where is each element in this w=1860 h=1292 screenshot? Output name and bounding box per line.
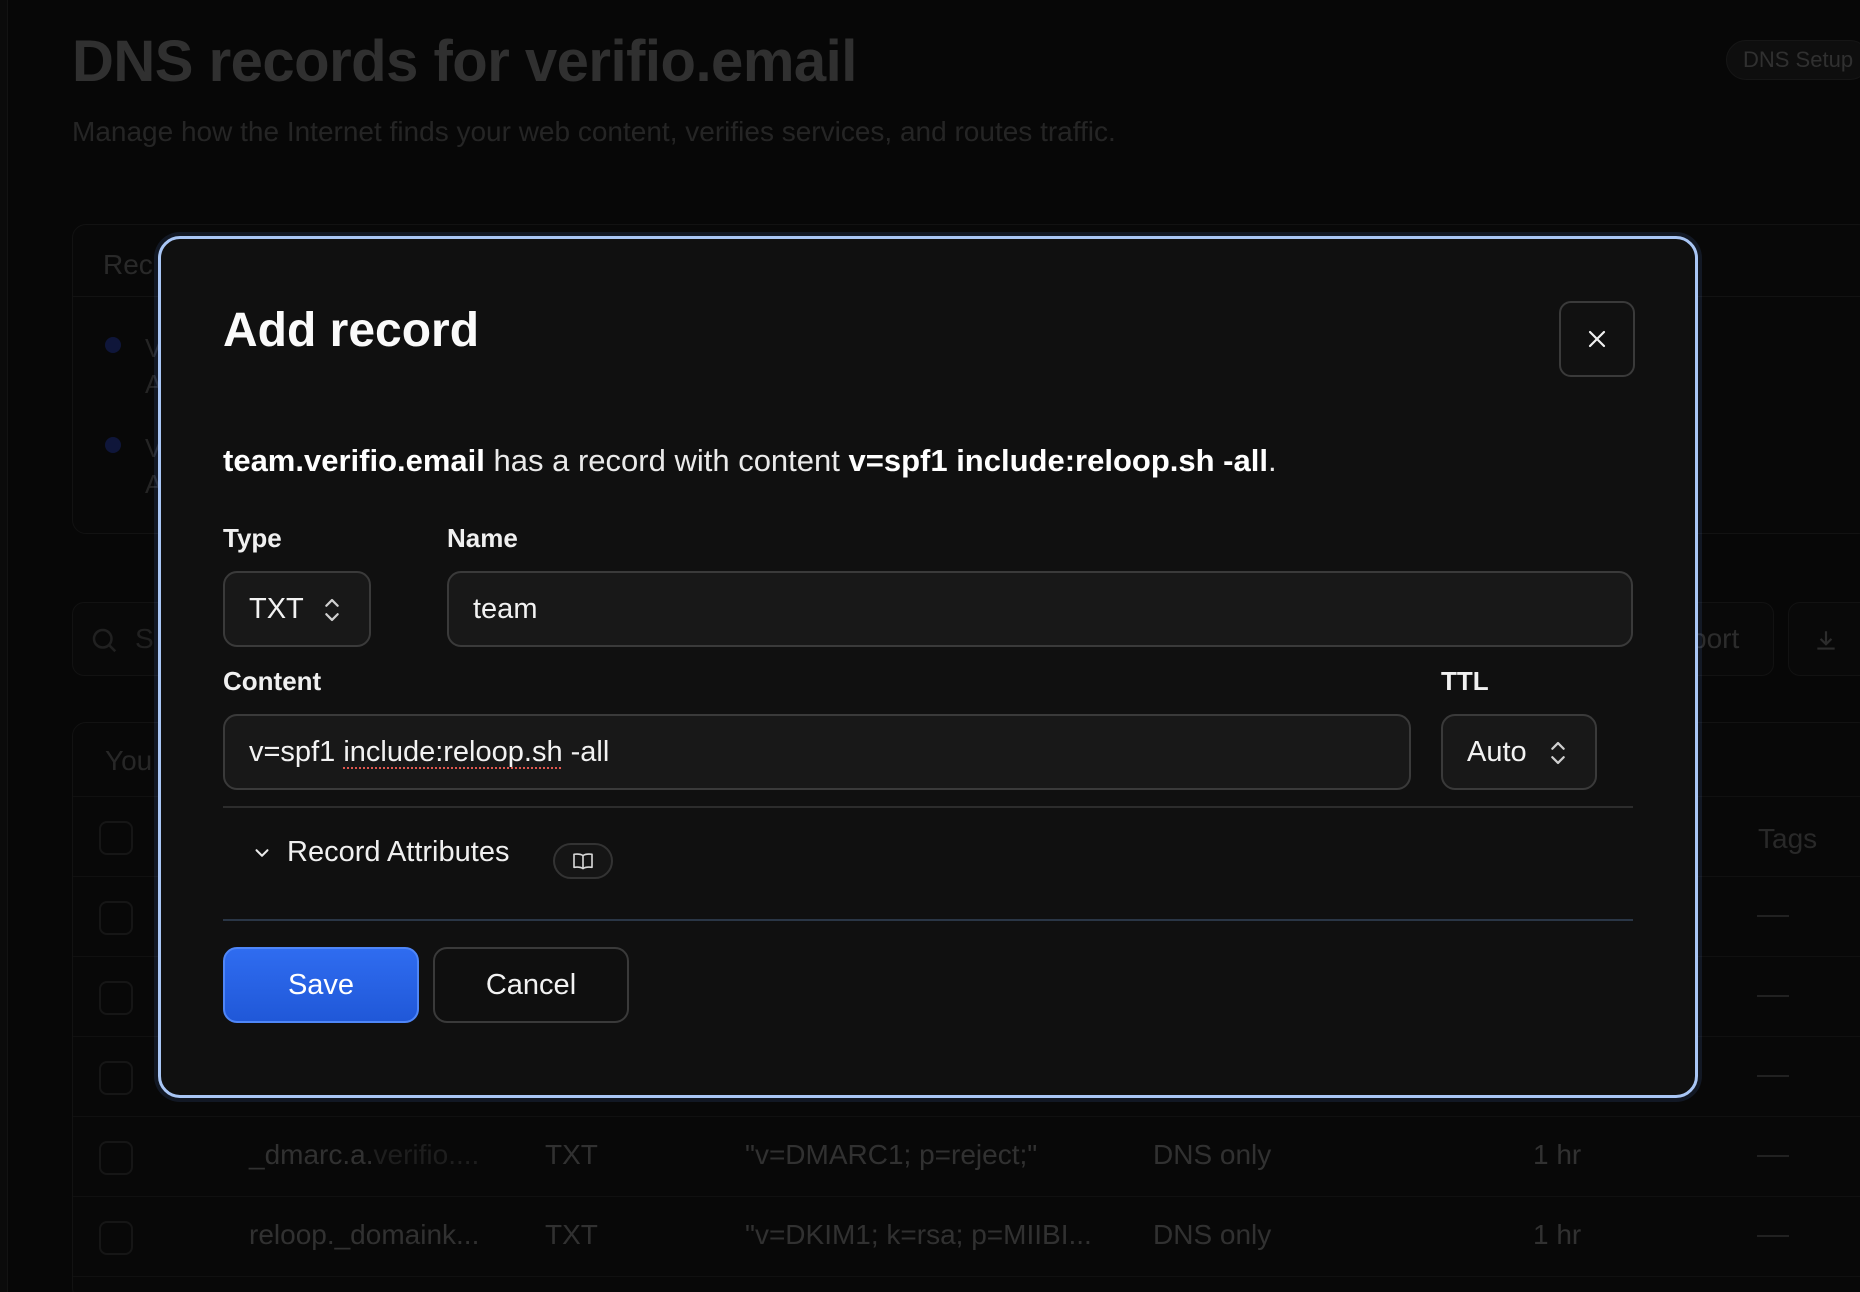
name-label: Name xyxy=(447,523,518,553)
chevron-updown-icon xyxy=(325,598,339,622)
spellcheck-underline: include:reloop.sh xyxy=(343,736,563,768)
save-button[interactable]: Save xyxy=(223,947,419,1023)
close-icon xyxy=(1588,330,1606,348)
ttl-label: TTL xyxy=(1441,666,1489,696)
type-value: TXT xyxy=(249,593,304,625)
book-icon xyxy=(573,853,593,870)
section-divider xyxy=(223,806,1633,808)
record-description: team.verifio.email has a record with con… xyxy=(223,443,1277,478)
ttl-select[interactable]: Auto xyxy=(1441,714,1597,790)
record-attributes-toggle[interactable]: Record Attributes xyxy=(251,836,509,869)
name-input[interactable]: team xyxy=(447,571,1633,647)
ttl-value: Auto xyxy=(1467,736,1527,768)
record-fqdn: team.verifio.email xyxy=(223,443,485,478)
record-content-summary: v=spf1 include:reloop.sh -all xyxy=(848,443,1268,478)
add-record-dialog: Add record team.verifio.email has a reco… xyxy=(158,236,1698,1098)
footer-divider xyxy=(223,919,1633,921)
cancel-button[interactable]: Cancel xyxy=(433,947,629,1023)
name-value: team xyxy=(473,593,538,625)
content-label: Content xyxy=(223,666,322,696)
record-attributes-label: Record Attributes xyxy=(287,836,510,868)
chevron-down-icon xyxy=(255,848,269,857)
type-label: Type xyxy=(223,523,282,553)
dialog-title: Add record xyxy=(223,304,480,357)
type-select[interactable]: TXT xyxy=(223,571,371,647)
chevron-updown-icon xyxy=(1551,741,1565,765)
content-input[interactable]: v=spf1 include:reloop.sh -all xyxy=(223,714,1411,790)
content-value: v=spf1 include:reloop.sh -all xyxy=(249,736,610,768)
docs-link-button[interactable] xyxy=(553,843,613,879)
close-button[interactable] xyxy=(1559,301,1635,377)
